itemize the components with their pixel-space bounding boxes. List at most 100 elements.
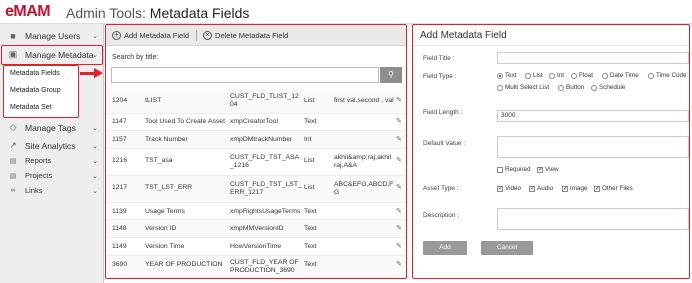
radio-selected-icon bbox=[497, 72, 503, 79]
edit-icon[interactable]: ✎ bbox=[396, 157, 402, 165]
checkbox-icon bbox=[497, 166, 503, 173]
type-option-text[interactable]: Text bbox=[497, 72, 517, 79]
type-option-date-time[interactable]: Date Time bbox=[602, 72, 639, 79]
asset-type-image[interactable]: ✓ Image bbox=[562, 185, 588, 192]
table-row[interactable]: 1157 Track Number xmpDMtrackNumber Int ✎ bbox=[106, 131, 406, 149]
add-metadata-field-button[interactable]: + Add Metadata Field bbox=[112, 30, 189, 40]
checkbox-checked-icon: ✓ bbox=[529, 185, 536, 192]
submenu-metadata-fields[interactable]: Metadata Fields bbox=[10, 70, 60, 77]
row-name: xmpCreatorTool bbox=[230, 118, 278, 125]
submenu-metadata-group[interactable]: Metadata Group bbox=[10, 87, 61, 94]
row-name: xmpRightsUsageTerms bbox=[230, 208, 301, 215]
row-id: 1204 bbox=[112, 97, 128, 104]
checkbox-label: Other Files bbox=[602, 185, 633, 192]
view-checkbox[interactable]: ✓ View bbox=[537, 166, 559, 173]
links-icon: ∞ bbox=[10, 187, 16, 194]
row-title: Track Number bbox=[145, 136, 188, 143]
sidebar-item-label: Site Analytics bbox=[25, 140, 76, 151]
option-label: Date Time bbox=[610, 72, 639, 79]
search-label: Search by title: bbox=[112, 54, 159, 61]
description-input[interactable] bbox=[497, 208, 689, 230]
projects-icon: ▤ bbox=[9, 172, 17, 180]
sidebar-item-projects[interactable]: ▤ Projects ⌄ bbox=[0, 168, 104, 183]
row-id: 1216 bbox=[112, 157, 128, 164]
required-checkbox[interactable]: Required bbox=[497, 166, 531, 173]
sidebar-item-manage-users[interactable]: ■ Manage Users ⌄ bbox=[0, 26, 104, 45]
chevron-down-icon: ⌄ bbox=[92, 51, 98, 59]
type-option-int[interactable]: Int bbox=[549, 72, 564, 79]
edit-icon[interactable]: ✎ bbox=[396, 225, 402, 233]
app-logo[interactable]: eMAM bbox=[5, 3, 51, 21]
asset-type-audio[interactable]: ✓ Audio bbox=[529, 185, 553, 192]
row-name: xmpDMtrackNumber bbox=[230, 136, 293, 143]
table-row[interactable]: 1147 Tool Used To Create Asset xmpCreato… bbox=[106, 114, 406, 131]
edit-icon[interactable]: ✎ bbox=[396, 243, 402, 251]
type-option-float[interactable]: Float bbox=[571, 72, 593, 79]
default-value-input[interactable] bbox=[497, 136, 689, 158]
row-id: 1157 bbox=[112, 136, 127, 143]
checkbox-label: Audio bbox=[537, 185, 554, 192]
table-row[interactable]: 1139 Usage Terms xmpRightsUsageTerms Tex… bbox=[106, 203, 406, 220]
field-length-input[interactable]: 3000 bbox=[497, 110, 689, 122]
type-option-time-code[interactable]: Time Code bbox=[648, 72, 687, 79]
type-option-button[interactable]: Button bbox=[558, 84, 584, 91]
sidebar-item-manage-tags[interactable]: ◇ Manage Tags ⌄ bbox=[0, 118, 104, 137]
chevron-down-icon: ⌄ bbox=[92, 124, 98, 132]
search-button[interactable]: ⚲ bbox=[380, 67, 402, 83]
row-type: Text bbox=[304, 243, 317, 250]
table-row[interactable]: 1217 TST_LST_ERR CUST_FLD_TST_LST_ERR_12… bbox=[106, 176, 406, 203]
table-row[interactable]: 1216 TST_asa CUST_FLD_TST_ASA_1216 List … bbox=[106, 149, 406, 176]
radio-icon bbox=[549, 72, 555, 79]
row-title: TST_LST_ERR bbox=[145, 184, 193, 191]
table-row[interactable]: 1149 Version Time HowVersionTime Text ✎ bbox=[106, 238, 406, 256]
chevron-down-icon: ⌄ bbox=[92, 32, 98, 40]
checkbox-checked-icon: ✓ bbox=[562, 185, 569, 192]
add-button[interactable]: Add bbox=[423, 241, 467, 255]
sidebar-item-links[interactable]: ∞ Links ⌄ bbox=[0, 183, 104, 198]
users-icon: ■ bbox=[10, 30, 16, 41]
checkbox-label: Image bbox=[570, 185, 588, 192]
edit-icon[interactable]: ✎ bbox=[396, 118, 402, 126]
row-name: HowVersionTime bbox=[230, 243, 282, 250]
sidebar-item-label: Manage Users bbox=[25, 30, 81, 41]
sidebar-item-manage-metadata[interactable]: ▣ Manage Metadata ⌄ bbox=[0, 45, 104, 64]
search-input[interactable] bbox=[111, 67, 379, 83]
row-id: 1149 bbox=[112, 243, 127, 250]
type-option-multi-select-list[interactable]: Multi Select List bbox=[497, 84, 549, 91]
radio-icon bbox=[558, 84, 564, 91]
edit-icon[interactable]: ✎ bbox=[396, 261, 402, 269]
option-label: Multi Select List bbox=[505, 84, 550, 91]
edit-icon[interactable]: ✎ bbox=[396, 97, 402, 105]
table-row[interactable]: 1148 Version ID xmpMMVersionID Text ✎ bbox=[106, 220, 406, 238]
option-label: List bbox=[533, 72, 543, 79]
sidebar-item-reports[interactable]: ▤ Reports ⌄ bbox=[0, 153, 104, 168]
row-name: CUST_FLD_TLIST_1204 bbox=[230, 93, 299, 108]
field-title-label: Field Title : bbox=[423, 55, 455, 62]
type-option-schedule[interactable]: Schedule bbox=[591, 84, 625, 91]
delete-metadata-field-button[interactable]: × Delete Metadata Field bbox=[203, 30, 288, 40]
edit-icon[interactable]: ✎ bbox=[396, 184, 402, 192]
asset-type-video[interactable]: ✓ Video bbox=[497, 185, 521, 192]
row-title: Version ID bbox=[145, 225, 177, 232]
type-option-list[interactable]: List bbox=[525, 72, 543, 79]
table-row[interactable]: 3690 YEAR OF PRODUCTION CUST_FLD_YEAR OF… bbox=[106, 256, 406, 278]
chevron-down-icon: ⌄ bbox=[92, 157, 98, 165]
callout-arrow-head bbox=[94, 68, 103, 78]
edit-icon[interactable]: ✎ bbox=[396, 136, 402, 144]
cancel-button[interactable]: Cancel bbox=[481, 241, 533, 255]
option-label: Button bbox=[566, 84, 585, 91]
close-icon: × bbox=[203, 30, 213, 40]
row-type: Int bbox=[304, 136, 312, 143]
divider bbox=[413, 45, 689, 46]
field-title-input[interactable] bbox=[497, 52, 689, 64]
form-heading: Add Metadata Field bbox=[420, 30, 507, 41]
chevron-down-icon: ⌄ bbox=[92, 172, 98, 180]
table-row[interactable]: 1204 tLIST CUST_FLD_TLIST_1204 List firs… bbox=[106, 89, 406, 114]
toolbar-divider bbox=[196, 29, 198, 41]
submenu-metadata-set[interactable]: Metadata Set bbox=[10, 104, 52, 111]
asset-type-other-files[interactable]: ✓ Other Files bbox=[594, 185, 633, 192]
radio-icon bbox=[497, 84, 503, 91]
row-title: TST_asa bbox=[145, 157, 173, 164]
edit-icon[interactable]: ✎ bbox=[396, 208, 402, 216]
reports-icon: ▤ bbox=[9, 157, 17, 165]
